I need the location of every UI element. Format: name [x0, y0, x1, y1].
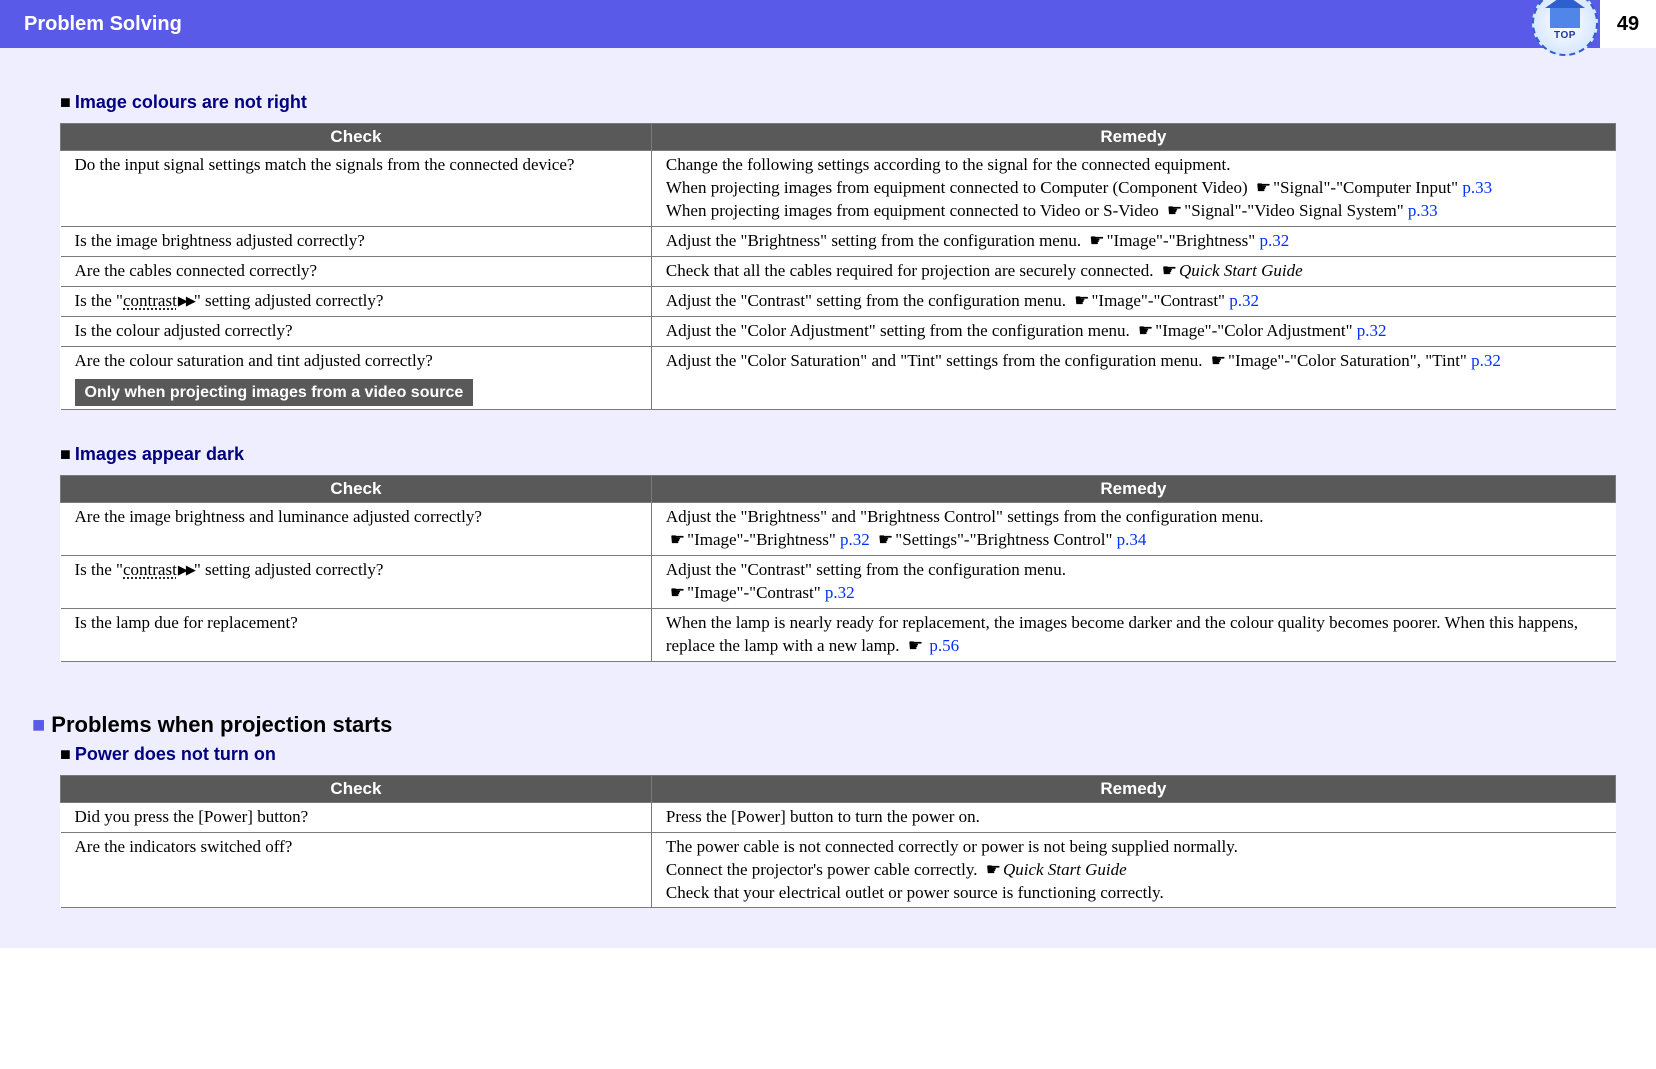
cell-remedy: Adjust the "Brightness" setting from the…: [651, 226, 1615, 256]
table-row: Is the colour adjusted correctly? Adjust…: [61, 316, 1616, 346]
glossary-term[interactable]: contrast▶▶: [123, 559, 194, 582]
pointer-icon: ☛: [670, 530, 685, 549]
subheading-colours: ■Image colours are not right: [60, 92, 1616, 113]
glossary-term[interactable]: contrast▶▶: [123, 290, 194, 313]
table-row: Did you press the [Power] button? Press …: [61, 802, 1616, 832]
table-power: Check Remedy Did you press the [Power] b…: [60, 775, 1616, 909]
cell-remedy: Change the following settings according …: [651, 151, 1615, 227]
video-source-tag: Only when projecting images from a video…: [75, 379, 474, 407]
table-row: Is the "contrast▶▶" setting adjusted cor…: [61, 555, 1616, 608]
page-number: 49: [1600, 0, 1656, 48]
col-remedy: Remedy: [651, 476, 1615, 503]
table-row: Are the cables connected correctly? Chec…: [61, 256, 1616, 286]
table-row: Is the "contrast▶▶" setting adjusted cor…: [61, 286, 1616, 316]
cell-check: Is the image brightness adjusted correct…: [61, 226, 652, 256]
col-check: Check: [61, 124, 652, 151]
table-row: Are the image brightness and luminance a…: [61, 503, 1616, 556]
pointer-icon: ☛: [1074, 291, 1089, 310]
cell-check: Are the image brightness and luminance a…: [61, 503, 652, 556]
pointer-icon: ☛: [1138, 321, 1153, 340]
quick-start-guide-ref: Quick Start Guide: [1003, 860, 1127, 879]
cell-remedy: When the lamp is nearly ready for replac…: [651, 608, 1615, 661]
table-row: Are the colour saturation and tint adjus…: [61, 346, 1616, 410]
cell-check: Is the lamp due for replacement?: [61, 608, 652, 661]
cell-remedy: The power cable is not connected correct…: [651, 832, 1615, 908]
page-ref-link[interactable]: p.56: [929, 636, 959, 655]
table-dark: Check Remedy Are the image brightness an…: [60, 475, 1616, 662]
col-check: Check: [61, 775, 652, 802]
table-header-row: Check Remedy: [61, 124, 1616, 151]
section-heading-projection-starts: ■Problems when projection starts: [32, 712, 1616, 738]
cell-check: Is the colour adjusted correctly?: [61, 316, 652, 346]
table-header-row: Check Remedy: [61, 775, 1616, 802]
home-icon: [1550, 6, 1580, 28]
glossary-icon: ▶▶: [178, 292, 194, 310]
cell-check: Is the "contrast▶▶" setting adjusted cor…: [61, 286, 652, 316]
col-check: Check: [61, 476, 652, 503]
cell-remedy: Adjust the "Brightness" and "Brightness …: [651, 503, 1615, 556]
page-ref-link[interactable]: p.33: [1462, 178, 1492, 197]
cell-remedy: Adjust the "Contrast" setting from the c…: [651, 286, 1615, 316]
pointer-icon: ☛: [1256, 178, 1271, 197]
page-title: Problem Solving: [24, 13, 182, 36]
col-remedy: Remedy: [651, 775, 1615, 802]
page-ref-link[interactable]: p.32: [1229, 291, 1259, 310]
quick-start-guide-ref: Quick Start Guide: [1179, 261, 1303, 280]
page-ref-link[interactable]: p.34: [1117, 530, 1147, 549]
table-row: Is the image brightness adjusted correct…: [61, 226, 1616, 256]
table-colours: Check Remedy Do the input signal setting…: [60, 123, 1616, 410]
cell-check: Did you press the [Power] button?: [61, 802, 652, 832]
page-ref-link[interactable]: p.33: [1408, 201, 1438, 220]
pointer-icon: ☛: [1089, 231, 1104, 250]
table-row: Do the input signal settings match the s…: [61, 151, 1616, 227]
page-ref-link[interactable]: p.32: [825, 583, 855, 602]
table-header-row: Check Remedy: [61, 476, 1616, 503]
top-icon-label: TOP: [1554, 30, 1576, 41]
pointer-icon: ☛: [670, 583, 685, 602]
glossary-icon: ▶▶: [178, 561, 194, 579]
page-header: Problem Solving TOP 49: [0, 0, 1656, 48]
col-remedy: Remedy: [651, 124, 1615, 151]
cell-remedy: Adjust the "Color Saturation" and "Tint"…: [651, 346, 1615, 410]
cell-check: Are the cables connected correctly?: [61, 256, 652, 286]
cell-check: Are the colour saturation and tint adjus…: [61, 346, 652, 410]
page-body: ■Image colours are not right Check Remed…: [0, 48, 1656, 948]
pointer-icon: ☛: [1162, 261, 1177, 280]
cell-check: Do the input signal settings match the s…: [61, 151, 652, 227]
cell-check: Is the "contrast▶▶" setting adjusted cor…: [61, 555, 652, 608]
page-ref-link[interactable]: p.32: [840, 530, 870, 549]
page-ref-link[interactable]: p.32: [1471, 351, 1501, 370]
table-row: Is the lamp due for replacement? When th…: [61, 608, 1616, 661]
subheading-dark: ■Images appear dark: [60, 444, 1616, 465]
cell-remedy: Check that all the cables required for p…: [651, 256, 1615, 286]
subheading-power: ■Power does not turn on: [60, 744, 1616, 765]
pointer-icon: ☛: [986, 860, 1001, 879]
cell-remedy: Adjust the "Contrast" setting from the c…: [651, 555, 1615, 608]
table-row: Are the indicators switched off? The pow…: [61, 832, 1616, 908]
pointer-icon: ☛: [908, 636, 928, 655]
page-ref-link[interactable]: p.32: [1259, 231, 1289, 250]
top-icon[interactable]: TOP: [1532, 0, 1600, 58]
pointer-icon: ☛: [878, 530, 893, 549]
cell-remedy: Adjust the "Color Adjustment" setting fr…: [651, 316, 1615, 346]
pointer-icon: ☛: [1167, 201, 1182, 220]
pointer-icon: ☛: [1211, 351, 1226, 370]
page-ref-link[interactable]: p.32: [1357, 321, 1387, 340]
cell-remedy: Press the [Power] button to turn the pow…: [651, 802, 1615, 832]
cell-check: Are the indicators switched off?: [61, 832, 652, 908]
